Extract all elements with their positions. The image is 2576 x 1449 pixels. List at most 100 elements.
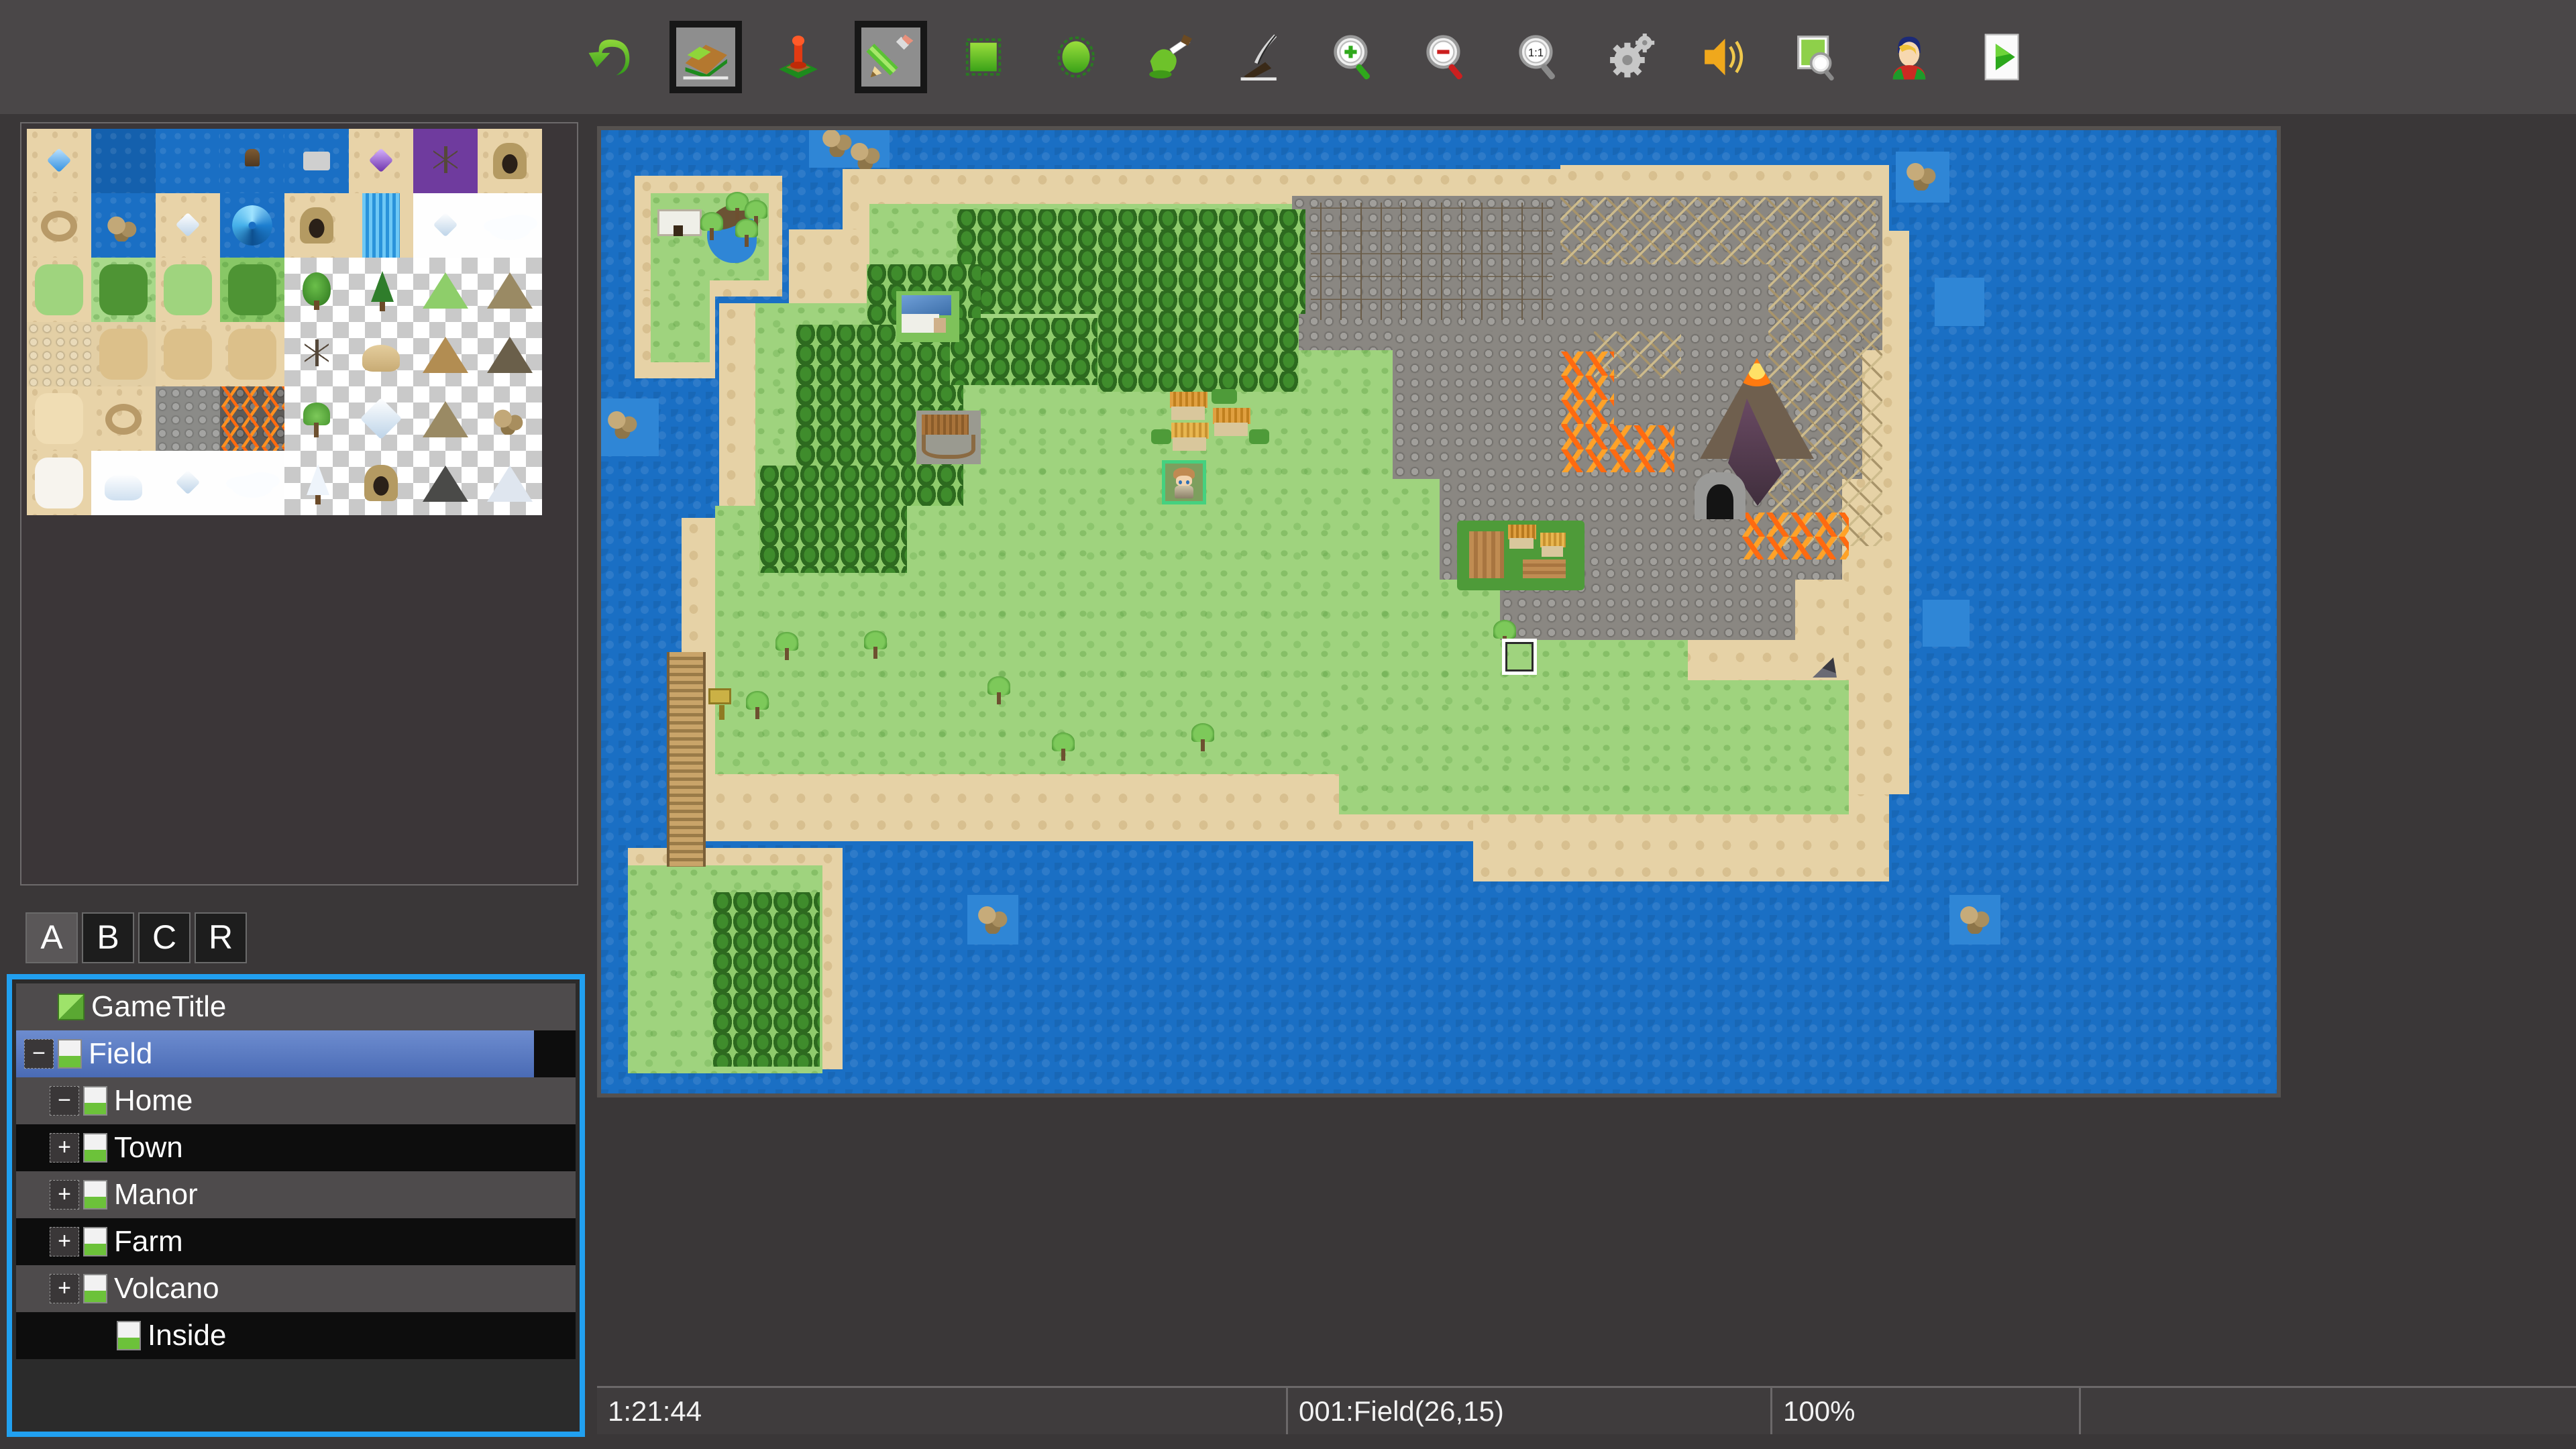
tile-mountain-black[interactable] (413, 451, 478, 515)
tile-stone-ground[interactable] (156, 386, 220, 451)
tree-item-manor[interactable]: + Manor (16, 1171, 576, 1218)
tile-glacier[interactable] (220, 451, 284, 515)
flood-fill-button[interactable] (1132, 21, 1205, 93)
tree-item-inside[interactable]: Inside (16, 1312, 576, 1359)
tree-toggle-manor[interactable]: + (50, 1180, 79, 1210)
tile-forest-patch[interactable] (220, 258, 284, 322)
tile-sand-hill[interactable] (349, 322, 413, 386)
rectangle-button[interactable] (947, 21, 1020, 93)
tile-ice-field[interactable] (156, 451, 220, 515)
tree-toggle-field[interactable]: − (24, 1039, 54, 1069)
tree-item-label: Inside (148, 1319, 227, 1352)
ellipse-button[interactable] (1040, 21, 1112, 93)
tile-hill-green[interactable] (413, 258, 478, 322)
tile-grass-sand-edge[interactable] (156, 258, 220, 322)
tree-item-label: Field (89, 1037, 153, 1070)
plugin-manager-button[interactable] (1780, 21, 1853, 93)
tile-sand-outline[interactable] (220, 322, 284, 386)
tile-hill-brown[interactable] (413, 322, 478, 386)
tile-ocean-boat[interactable] (220, 129, 284, 193)
rectangle-icon (965, 38, 1002, 76)
tile-grass-light[interactable] (27, 258, 91, 322)
event-mode-button[interactable] (762, 21, 835, 93)
player-character-selection[interactable] (1162, 460, 1206, 504)
tile-cloud[interactable] (478, 193, 542, 258)
tileset-grid[interactable] (27, 129, 542, 515)
tile-sand-pond[interactable] (27, 193, 91, 258)
tree-toggle-home[interactable]: − (50, 1086, 79, 1116)
tile-ocean-reef[interactable] (91, 193, 156, 258)
zoom-in-button[interactable] (1318, 21, 1390, 93)
tile-desert-rock[interactable] (91, 322, 156, 386)
tile-sand-gem[interactable] (27, 129, 91, 193)
character-generator-button[interactable] (1873, 21, 1945, 93)
zoom-actual-button[interactable]: 1:1 (1503, 21, 1575, 93)
tile-sand-crystal[interactable] (156, 193, 220, 258)
event-mode-icon (779, 36, 818, 78)
farm-barn-2-wall (1542, 546, 1563, 557)
palm-tree (700, 212, 723, 240)
playtest-button[interactable] (1966, 21, 2038, 93)
tab-a[interactable]: A (25, 912, 78, 963)
shadow-pen-button[interactable] (1225, 21, 1297, 93)
tile-snow-tree[interactable] (284, 451, 349, 515)
tile-mountain-tan[interactable] (478, 258, 542, 322)
tile-sand-lava-pit[interactable] (478, 129, 542, 193)
map-canvas[interactable] (601, 130, 2277, 1093)
tile-tree-round[interactable] (284, 258, 349, 322)
map-mode-button[interactable] (669, 21, 742, 93)
tree-item-label: GameTitle (91, 990, 227, 1023)
tile-snow-plain[interactable] (27, 451, 91, 515)
tile-white-crystal[interactable] (349, 386, 413, 451)
tile-mountain-gray[interactable] (478, 322, 542, 386)
database-button[interactable] (1595, 21, 1668, 93)
hill-brown-icon (423, 337, 468, 373)
status-playtime: 1:21:44 (597, 1388, 1288, 1434)
tile-sand-cave[interactable] (284, 193, 349, 258)
tree-item-volcano[interactable]: + Volcano (16, 1265, 576, 1312)
tree-item-gametitle[interactable]: GameTitle (16, 983, 576, 1030)
map-tile-cursor[interactable] (1502, 639, 1537, 675)
tile-grass-dark[interactable] (91, 258, 156, 322)
tile-sand-gem-purple[interactable] (349, 129, 413, 193)
tile-sand-plain[interactable] (27, 386, 91, 451)
tree-toggle-volcano[interactable]: + (50, 1274, 79, 1303)
tile-snowflake[interactable] (413, 193, 478, 258)
map-tree-panel[interactable]: GameTitle − Field − Home + Town + Manor … (7, 974, 585, 1437)
tile-tree-pine[interactable] (349, 258, 413, 322)
tree-item-home[interactable]: − Home (16, 1077, 576, 1124)
tab-b[interactable]: B (82, 912, 134, 963)
tile-waterfall[interactable] (349, 193, 413, 258)
pencil-button[interactable] (855, 21, 927, 93)
tile-tree-willow[interactable] (284, 386, 349, 451)
tab-r[interactable]: R (195, 912, 247, 963)
undo-button[interactable] (577, 21, 649, 93)
tile-whirlpool[interactable] (220, 193, 284, 258)
map-canvas-frame[interactable] (597, 126, 2281, 1097)
tile-mountain-range[interactable] (413, 386, 478, 451)
tile-cave-dark[interactable] (349, 451, 413, 515)
zoom-out-button[interactable] (1410, 21, 1483, 93)
tile-poison-swamp[interactable] (413, 129, 478, 193)
sound-test-button[interactable] (1688, 21, 1760, 93)
tree-item-field[interactable]: − Field (16, 1030, 576, 1077)
tile-lava-rock[interactable] (220, 386, 284, 451)
status-map-position: 001:Field(26,15) (1288, 1388, 1772, 1434)
tree-item-town[interactable]: + Town (16, 1124, 576, 1171)
tile-gravel[interactable] (27, 322, 91, 386)
tree-toggle-farm[interactable]: + (50, 1227, 79, 1256)
tile-boulder-pile[interactable] (478, 386, 542, 451)
tile-ocean[interactable] (156, 129, 220, 193)
tile-sand-dune[interactable] (156, 322, 220, 386)
tile-snow-mountain[interactable] (478, 451, 542, 515)
tile-sand-ring[interactable] (91, 386, 156, 451)
tile-deep-ocean[interactable] (91, 129, 156, 193)
tree-item-farm[interactable]: + Farm (16, 1218, 576, 1265)
tile-ocean-ship[interactable] (284, 129, 349, 193)
tile-snow-mound[interactable] (91, 451, 156, 515)
tree-toggle-town[interactable]: + (50, 1133, 79, 1163)
forest-blob (99, 264, 148, 316)
tab-c[interactable]: C (138, 912, 191, 963)
tile-dead-shrub[interactable] (284, 322, 349, 386)
tileset-palette[interactable] (20, 122, 578, 885)
